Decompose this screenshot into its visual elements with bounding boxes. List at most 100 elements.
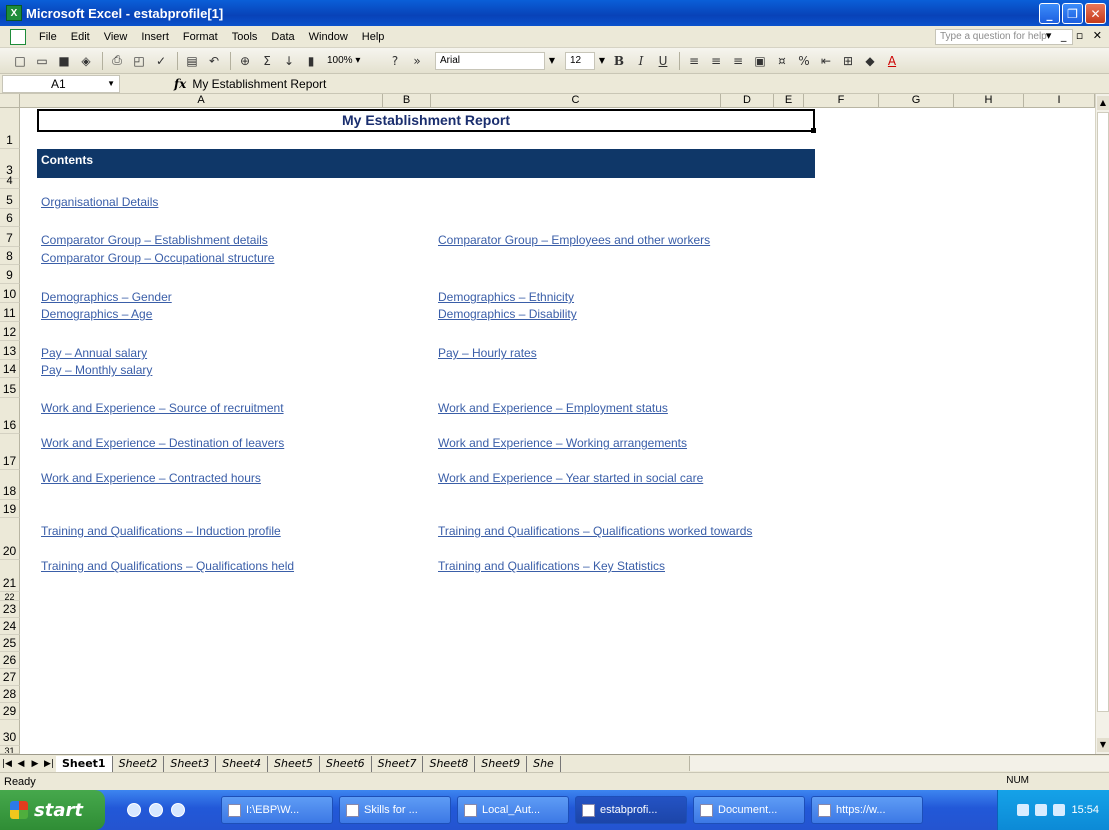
fill-color-icon[interactable]: ◆ <box>860 51 880 71</box>
menu-view[interactable]: View <box>97 31 135 43</box>
link-organisational-details[interactable]: Organisational Details <box>41 195 158 209</box>
tab-sheet3[interactable]: Sheet3 <box>164 755 217 772</box>
column-header-i[interactable]: I <box>1024 94 1095 108</box>
row-header[interactable]: 21 <box>0 560 20 592</box>
row-header[interactable]: 28 <box>0 686 20 703</box>
print-icon[interactable]: ⎙ <box>107 51 127 71</box>
tray-icon[interactable] <box>1053 804 1066 816</box>
link-comparator-establishment[interactable]: Comparator Group – Establishment details <box>41 233 268 247</box>
hyperlink-icon[interactable]: ⊕ <box>235 51 255 71</box>
tab-sheet1[interactable]: Sheet1 <box>56 755 113 772</box>
row-header[interactable]: 31 <box>0 746 20 754</box>
link-training-qualifications-held[interactable]: Training and Qualifications – Qualificat… <box>41 559 294 573</box>
row-header[interactable]: 4 <box>0 175 20 189</box>
menu-data[interactable]: Data <box>264 31 301 43</box>
column-header-b[interactable]: B <box>383 94 431 108</box>
underline-button[interactable]: U <box>653 51 673 71</box>
column-header-a[interactable]: A <box>20 94 383 108</box>
row-header[interactable]: 23 <box>0 601 20 618</box>
column-header-f[interactable]: F <box>804 94 879 108</box>
tab-sheet7[interactable]: Sheet7 <box>372 755 424 772</box>
link-demographics-ethnicity[interactable]: Demographics – Ethnicity <box>438 290 574 304</box>
sort-ascending-icon[interactable]: ↓ <box>279 51 299 71</box>
row-header[interactable]: 24 <box>0 618 20 635</box>
zoom-select[interactable]: 100% ▾ <box>327 52 381 70</box>
link-demographics-age[interactable]: Demographics – Age <box>41 307 152 321</box>
tab-sheet9[interactable]: Sheet9 <box>475 755 528 772</box>
link-work-recruitment[interactable]: Work and Experience – Source of recruitm… <box>41 401 284 415</box>
row-header[interactable]: 16 <box>0 398 20 434</box>
row-header[interactable]: 27 <box>0 669 20 686</box>
tab-sheet2[interactable]: Sheet2 <box>113 755 165 772</box>
task-button-active[interactable]: estabprofi... <box>575 796 687 824</box>
tab-sheet6[interactable]: Sheet6 <box>320 755 372 772</box>
menu-tools[interactable]: Tools <box>225 31 265 43</box>
row-header[interactable]: 18 <box>0 470 20 500</box>
task-button[interactable]: https://w... <box>811 796 923 824</box>
borders-icon[interactable]: ⊞ <box>838 51 858 71</box>
link-comparator-employees[interactable]: Comparator Group – Employees and other w… <box>438 233 710 247</box>
column-header-h[interactable]: H <box>954 94 1024 108</box>
task-button[interactable]: Local_Aut... <box>457 796 569 824</box>
link-training-induction[interactable]: Training and Qualifications – Induction … <box>41 524 281 538</box>
workbook-window-controls[interactable]: ▾ _ ▫ ✕ <box>1046 29 1105 42</box>
spelling-icon[interactable]: ✓ <box>151 51 171 71</box>
italic-button[interactable]: I <box>631 51 651 71</box>
restore-button[interactable]: ❐ <box>1062 3 1083 24</box>
link-pay-monthly[interactable]: Pay – Monthly salary <box>41 363 152 377</box>
row-header[interactable]: 13 <box>0 341 20 360</box>
help-icon[interactable]: ? <box>385 51 405 71</box>
open-icon[interactable]: ▭ <box>32 51 52 71</box>
tray-icon[interactable] <box>1017 804 1030 816</box>
tab-sheet8[interactable]: Sheet8 <box>423 755 476 772</box>
row-header[interactable]: 20 <box>0 518 20 560</box>
link-training-key-statistics[interactable]: Training and Qualifications – Key Statis… <box>438 559 665 573</box>
insert-function-icon[interactable]: fx <box>174 77 186 91</box>
link-pay-hourly[interactable]: Pay – Hourly rates <box>438 346 537 360</box>
quick-launch-icon[interactable] <box>127 803 141 817</box>
menu-edit[interactable]: Edit <box>64 31 97 43</box>
row-header[interactable]: 15 <box>0 378 20 398</box>
column-header-e[interactable]: E <box>774 94 804 108</box>
horizontal-scrollbar[interactable] <box>689 756 1109 771</box>
scroll-thumb[interactable] <box>1097 112 1109 712</box>
row-header[interactable]: 19 <box>0 500 20 518</box>
workbook-icon[interactable] <box>10 28 26 45</box>
row-header[interactable]: 22 <box>0 592 20 601</box>
media-player-icon[interactable] <box>171 803 185 817</box>
link-demographics-gender[interactable]: Demographics – Gender <box>41 290 172 304</box>
autosum-icon[interactable]: Σ <box>257 51 277 71</box>
column-header-c[interactable]: C <box>431 94 721 108</box>
align-right-icon[interactable]: ≡ <box>728 51 748 71</box>
excel-app-icon[interactable]: X <box>6 5 22 21</box>
row-header[interactable]: 8 <box>0 247 20 265</box>
undo-icon[interactable]: ↶ <box>204 51 224 71</box>
row-header[interactable]: 5 <box>0 189 20 209</box>
fill-handle[interactable] <box>811 128 816 133</box>
merge-center-icon[interactable]: ▣ <box>750 51 770 71</box>
task-button[interactable]: I:\EBP\W... <box>221 796 333 824</box>
menu-file[interactable]: File <box>32 31 64 43</box>
font-color-icon[interactable]: A <box>882 51 902 71</box>
vertical-scrollbar[interactable]: ▲ ▼ <box>1095 94 1109 754</box>
select-all-corner[interactable] <box>0 94 20 108</box>
scroll-down-icon[interactable]: ▼ <box>1097 738 1109 752</box>
link-demographics-disability[interactable]: Demographics – Disability <box>438 307 577 321</box>
row-header[interactable]: 30 <box>0 720 20 746</box>
formula-input[interactable]: My Establishment Report <box>192 77 326 91</box>
minimize-button[interactable]: _ <box>1039 3 1060 24</box>
link-work-leavers[interactable]: Work and Experience – Destination of lea… <box>41 436 284 450</box>
menu-insert[interactable]: Insert <box>134 31 176 43</box>
column-header-g[interactable]: G <box>879 94 954 108</box>
start-button[interactable]: start <box>0 790 105 830</box>
link-work-employment-status[interactable]: Work and Experience – Employment status <box>438 401 668 415</box>
ie-icon[interactable] <box>149 803 163 817</box>
row-header[interactable]: 7 <box>0 227 20 247</box>
next-sheet-icon[interactable]: ▶ <box>28 759 42 769</box>
chevron-down-icon[interactable]: ▼ <box>595 52 609 70</box>
row-header[interactable]: 25 <box>0 635 20 652</box>
tab-sheet5[interactable]: Sheet5 <box>268 755 320 772</box>
link-pay-annual[interactable]: Pay – Annual salary <box>41 346 147 360</box>
report-title-cell[interactable]: My Establishment Report <box>37 109 815 132</box>
link-work-contracted-hours[interactable]: Work and Experience – Contracted hours <box>41 471 261 485</box>
